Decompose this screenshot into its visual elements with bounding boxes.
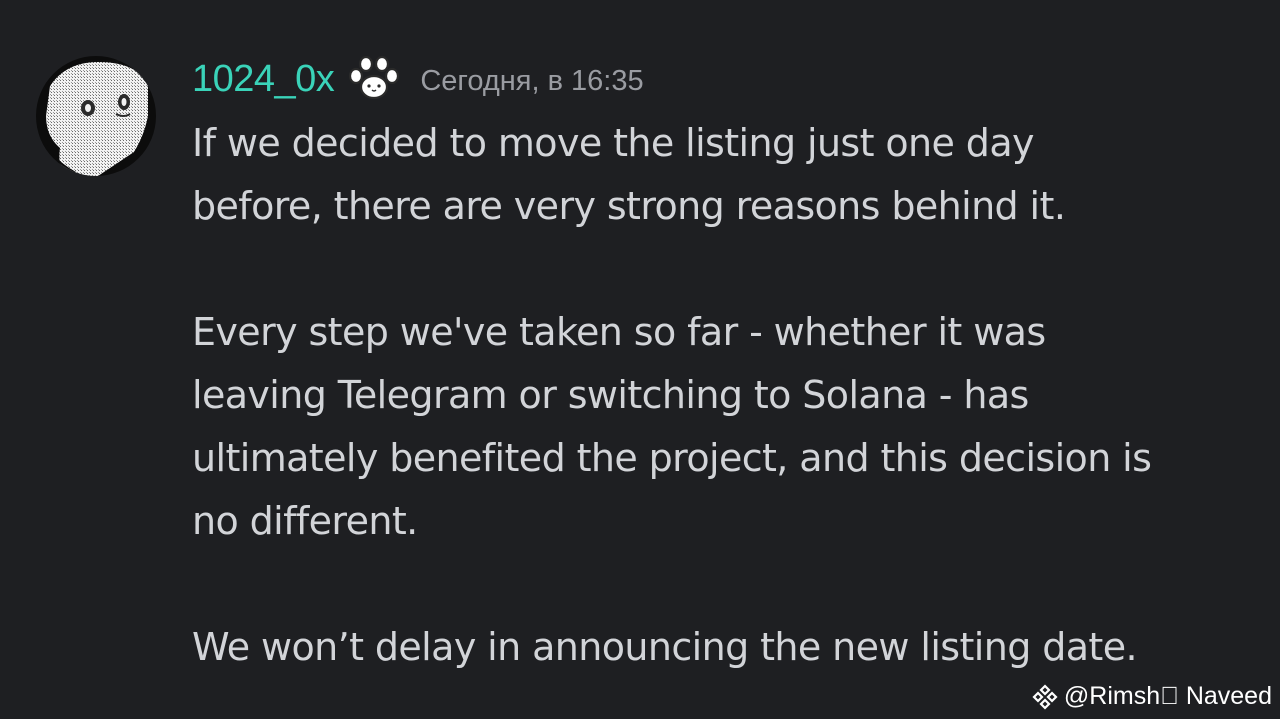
message-content: If we decided to move the listing just o… [192, 112, 1272, 679]
author-avatar[interactable] [36, 56, 156, 176]
watermark-text: @Rimsh  Naveed [1063, 682, 1272, 710]
message-paragraph: If we decided to move the listing just o… [192, 121, 1066, 228]
author-username[interactable]: 1024_0x [192, 58, 335, 101]
paw-icon[interactable] [346, 55, 402, 102]
message-paragraph: Every step we've taken so far - whether … [192, 310, 1152, 543]
watermark: @Rimsh  Naveed [1032, 682, 1272, 711]
binance-diamond-icon [1032, 683, 1058, 710]
chat-message: 1024_0x Сегодня, в 16:35 If we decided t… [0, 0, 1280, 719]
message-paragraph: We won’t delay in announcing the new lis… [192, 625, 1138, 669]
message-header: 1024_0x Сегодня, в 16:35 [192, 52, 644, 106]
message-timestamp[interactable]: Сегодня, в 16:35 [420, 65, 643, 98]
avatar-image [36, 56, 156, 176]
